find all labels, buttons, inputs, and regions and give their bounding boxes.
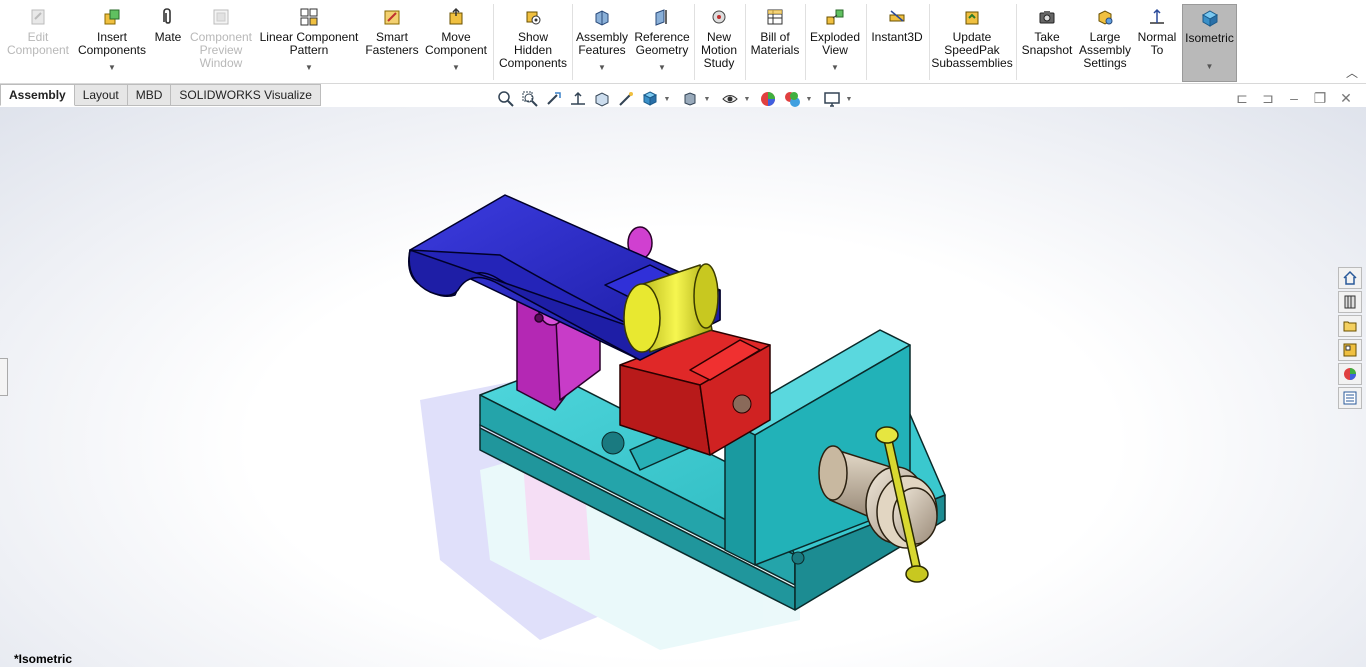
screw-thread	[732, 394, 752, 414]
chevron-down-icon: ▼	[831, 63, 839, 72]
ribbon-separator	[1016, 4, 1017, 80]
isometric-button[interactable]: Isometric ▼	[1182, 4, 1237, 82]
tab-assembly[interactable]: Assembly	[0, 84, 75, 106]
edit-component-icon	[28, 7, 48, 27]
chevron-down-icon: ▼	[305, 63, 313, 72]
smart-fasteners-icon	[382, 7, 402, 27]
mate-paperclip-icon	[158, 7, 178, 27]
edit-component-button[interactable]: Edit Component	[4, 4, 72, 82]
custom-properties-icon[interactable]	[1338, 387, 1362, 409]
apply-scene-icon[interactable]	[781, 89, 803, 109]
large-assembly-settings-button[interactable]: Large Assembly Settings	[1078, 4, 1132, 82]
tile-right-icon[interactable]: ⊐	[1260, 90, 1276, 107]
chevron-down-icon: ▼	[598, 63, 606, 72]
move-component-icon	[446, 7, 466, 27]
base-hole	[791, 551, 805, 565]
ribbon-separator	[745, 4, 746, 80]
large-assembly-icon	[1095, 7, 1115, 27]
base-hole	[601, 431, 625, 455]
speedpak-icon	[962, 7, 982, 27]
design-library-icon[interactable]	[1338, 291, 1362, 313]
exploded-view-icon	[825, 7, 845, 27]
command-manager-ribbon: Edit Component Insert Components ▼ Mate …	[0, 0, 1366, 84]
chevron-down-icon: ▼	[1205, 62, 1214, 71]
isometric-cube-icon	[1200, 8, 1220, 28]
show-hidden-icon	[523, 7, 543, 27]
assembly-model[interactable]	[0, 107, 1366, 667]
new-motion-study-button[interactable]: New Motion Study	[696, 4, 742, 82]
appearances-icon[interactable]	[1338, 363, 1362, 385]
view-name-label: *Isometric	[14, 652, 73, 666]
assembly-features-button[interactable]: Assembly Features ▼	[574, 4, 630, 82]
chevron-down-icon[interactable]: ▼	[703, 96, 711, 103]
instant3d-button[interactable]: Instant3D	[868, 4, 926, 82]
motion-study-icon	[709, 7, 729, 27]
close-icon[interactable]: ✕	[1338, 90, 1354, 107]
tile-left-icon[interactable]: ⊏	[1234, 90, 1250, 107]
chevron-down-icon: ▼	[108, 63, 116, 72]
task-pane-tabs	[1338, 267, 1364, 409]
home-icon[interactable]	[1338, 267, 1362, 289]
tab-mbd[interactable]: MBD	[127, 84, 172, 106]
section-view-icon[interactable]	[567, 89, 589, 109]
edit-appearance-icon[interactable]	[757, 89, 779, 109]
chevron-down-icon: ▼	[658, 63, 666, 72]
hide-show-items-icon[interactable]	[719, 89, 741, 109]
insert-components-icon	[102, 7, 122, 27]
assembly-features-icon	[592, 7, 612, 27]
heads-up-view-toolbar: ▼ ▼ ▼ ▼ ▼	[495, 89, 853, 109]
feature-manager-expand-handle[interactable]	[0, 358, 8, 396]
mate-button[interactable]: Mate	[150, 4, 186, 82]
document-window-controls: ⊏ ⊐ – ❐ ✕	[1234, 90, 1354, 107]
ribbon-separator	[866, 4, 867, 80]
zoom-to-fit-icon[interactable]	[495, 89, 517, 109]
command-manager-tabs: Assembly Layout MBD SOLIDWORKS Visualize	[0, 84, 321, 106]
previous-view-icon[interactable]	[543, 89, 565, 109]
chevron-down-icon[interactable]: ▼	[805, 96, 813, 103]
preview-window-icon	[211, 7, 231, 27]
view-settings-icon[interactable]	[615, 89, 637, 109]
minimize-icon[interactable]: –	[1286, 90, 1302, 107]
display-style-icon[interactable]	[679, 89, 701, 109]
bill-of-materials-button[interactable]: Bill of Materials	[747, 4, 803, 82]
chevron-down-icon[interactable]: ▼	[845, 96, 853, 103]
show-hidden-components-button[interactable]: Show Hidden Components	[496, 4, 570, 82]
tab-solidworks-visualize[interactable]: SOLIDWORKS Visualize	[171, 84, 321, 106]
update-speedpak-button[interactable]: Update SpeedPak Subassemblies	[931, 4, 1013, 82]
reference-geometry-icon	[652, 7, 672, 27]
exploded-view-button[interactable]: Exploded View ▼	[807, 4, 863, 82]
graphics-area[interactable]	[0, 107, 1366, 667]
normal-to-icon	[1147, 7, 1167, 27]
normal-to-button[interactable]: Normal To	[1134, 4, 1180, 82]
view-display-monitor-icon[interactable]	[821, 89, 843, 109]
move-component-button[interactable]: Move Component ▼	[422, 4, 490, 82]
camera-icon	[1037, 7, 1057, 27]
ribbon-separator	[929, 4, 930, 80]
ribbon-separator	[694, 4, 695, 80]
reference-geometry-button[interactable]: Reference Geometry ▼	[632, 4, 692, 82]
view-orientation-icon[interactable]	[639, 89, 661, 109]
insert-components-button[interactable]: Insert Components ▼	[74, 4, 150, 82]
restore-icon[interactable]: ❐	[1312, 90, 1328, 107]
bill-of-materials-icon	[765, 7, 785, 27]
zoom-to-area-icon[interactable]	[519, 89, 541, 109]
take-snapshot-button[interactable]: Take Snapshot	[1018, 4, 1076, 82]
dynamic-annotation-views-icon[interactable]	[591, 89, 613, 109]
ribbon-separator	[572, 4, 573, 80]
ribbon-separator	[493, 4, 494, 80]
chevron-down-icon: ▼	[452, 63, 460, 72]
file-explorer-icon[interactable]	[1338, 315, 1362, 337]
smart-fasteners-button[interactable]: Smart Fasteners	[364, 4, 420, 82]
chevron-down-icon[interactable]: ▼	[663, 96, 671, 103]
tab-layout[interactable]: Layout	[74, 84, 128, 106]
component-preview-window-button[interactable]: Component Preview Window	[188, 4, 254, 82]
chevron-down-icon[interactable]: ▼	[743, 96, 751, 103]
linear-pattern-icon	[299, 7, 319, 27]
ribbon-separator	[805, 4, 806, 80]
collapse-ribbon-icon[interactable]: ︿	[1346, 64, 1358, 81]
linear-component-pattern-button[interactable]: Linear Component Pattern ▼	[258, 4, 360, 82]
view-palette-icon[interactable]	[1338, 339, 1362, 361]
instant3d-icon	[887, 7, 907, 27]
